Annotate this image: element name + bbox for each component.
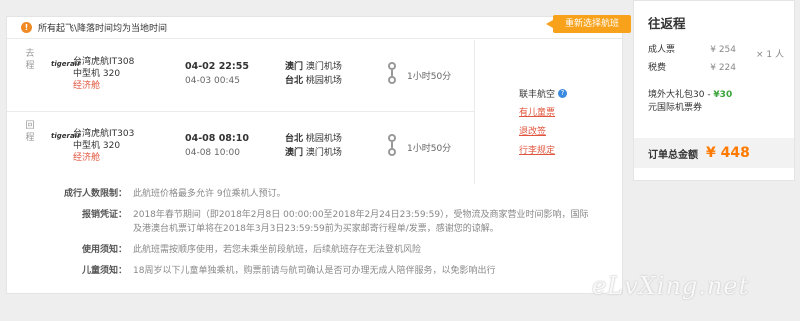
order-total: 订单总金额 ¥ 448 (634, 138, 794, 168)
rule-value: 此航班价格最多允许 9位乘机人预订。 (133, 189, 286, 199)
airline-info: 台湾虎航IT303 中型机 320 经济舱 (73, 128, 134, 164)
arrival-time: 04-08 10:00 (185, 148, 240, 158)
route-icon (387, 62, 397, 84)
rule-row: 儿童须知： 18周岁以下儿童单独乘机，购票前请与航司确认是否可办理无成人陪伴服务… (7, 264, 607, 278)
flight-airports: 澳门 澳门机场 台北 桃园机场 (285, 60, 342, 88)
notice-text: 所有起飞\降落时间均为当地时间 (38, 24, 168, 34)
rule-key: 成行人数限制： (63, 189, 127, 199)
price-summary: 往返程 成人票 ¥ 254 税费 ¥ 224 × 1 人 境外大礼包30 - ¥… (633, 0, 795, 181)
segment-outbound: 去程 tigerair 台湾虎航IT308 中型机 320 经济舱 04-02 … (7, 40, 475, 112)
departure-airport: 澳门机场 (305, 62, 342, 72)
rule-row: 使用须知： 此航班需按顺序使用，若您未乘坐前段航班，后续航班存在无法登机风险 (7, 243, 607, 257)
rule-value: 18周岁以下儿童单独乘机，购票前请与航司确认是否可办理无成人陪伴服务，以免影响出… (133, 266, 496, 276)
rule-value: 此航班需按顺序使用，若您未乘坐前段航班，后续航班存在无法登机风险 (133, 245, 422, 255)
refund-change-link[interactable]: 退改签 (519, 124, 567, 137)
order-detail-card: ! 所有起飞\降落时间均为当地时间 重新选择航班 去程 tigerair 台湾虎… (6, 15, 631, 294)
flight-segments: 去程 tigerair 台湾虎航IT308 中型机 320 经济舱 04-02 … (7, 40, 475, 184)
coupon-desc: 元国际机票券 (648, 103, 703, 113)
aircraft-type: 中型机 320 (73, 141, 121, 151)
arrival-city: 台北 (285, 76, 304, 86)
flight-side-links: 联丰航空 ? 有儿童票 退改签 行李规定 (519, 87, 568, 162)
coupon-name: 境外大礼包30 - (648, 90, 714, 100)
arrival-airport: 澳门机场 (305, 148, 342, 158)
adult-label: 成人票 (648, 45, 676, 55)
trip-type-title: 往返程 (648, 16, 686, 31)
departure-time: 04-02 22:55 (185, 61, 249, 72)
aircraft-type: 中型机 320 (73, 69, 121, 79)
warning-icon: ! (21, 22, 32, 33)
price-rows: 成人票 ¥ 254 税费 ¥ 224 × 1 人 (648, 41, 788, 77)
flight-duration: 1小时50分 (407, 144, 452, 154)
flight-times: 04-08 08:10 04-08 10:00 (185, 132, 249, 160)
coupon-amount: ¥30 (713, 90, 733, 100)
coupon-info: 境外大礼包30 - ¥30 元国际机票券 (648, 89, 732, 115)
flight-airports: 台北 桃园机场 澳门 澳门机场 (285, 132, 342, 160)
total-label: 订单总金额 (648, 149, 698, 161)
departure-city: 澳门 (285, 62, 304, 72)
info-icon[interactable]: ? (558, 89, 568, 98)
airline-info: 台湾虎航IT308 中型机 320 经济舱 (73, 56, 134, 92)
route-icon (387, 134, 397, 156)
adult-price: ¥ 254 (710, 45, 736, 55)
flight-number: 台湾虎航IT308 (73, 57, 135, 67)
timezone-notice: ! 所有起飞\降落时间均为当地时间 (7, 17, 622, 39)
rule-key: 儿童须知： (81, 266, 127, 276)
segment-return: 回程 tigerair 台湾虎航IT303 中型机 320 经济舱 04-08 … (7, 112, 475, 184)
booking-rules: 成行人数限制： 此航班价格最多允许 9位乘机人预订。 报销凭证： 2018年春节… (7, 187, 607, 285)
baggage-rules-link[interactable]: 行李规定 (519, 143, 567, 156)
cabin-class: 经济舱 (73, 153, 101, 163)
arrival-city: 澳门 (285, 148, 304, 158)
passenger-multiplier: × 1 人 (756, 50, 784, 60)
segment-label: 去程 (25, 49, 35, 71)
arrival-time: 04-03 00:45 (185, 76, 240, 86)
arrival-airport: 桃园机场 (305, 76, 342, 86)
tax-label: 税费 (648, 63, 667, 73)
departure-airport: 桃园机场 (305, 134, 342, 144)
flight-times: 04-02 22:55 04-03 00:45 (185, 60, 249, 88)
site-watermark: eLvXing.net (592, 272, 750, 300)
flight-duration: 1小时50分 (407, 72, 452, 82)
rebook-button[interactable]: 重新选择航班 (546, 15, 631, 33)
segment-label: 回程 (25, 121, 35, 143)
total-amount: ¥ 448 (706, 145, 750, 161)
departure-city: 台北 (285, 134, 304, 144)
rule-key: 报销凭证： (81, 210, 127, 220)
carrier-info[interactable]: 联丰航空 ? (519, 87, 568, 100)
flight-number: 台湾虎航IT303 (73, 129, 135, 139)
cabin-class: 经济舱 (73, 81, 101, 91)
tax-price-row: 税费 ¥ 224 (648, 59, 788, 77)
carrier-name: 联丰航空 (519, 90, 556, 100)
rule-row: 报销凭证： 2018年春节期间（即2018年2月8日 00:00:00至2018… (7, 208, 607, 236)
rule-row: 成行人数限制： 此航班价格最多允许 9位乘机人预订。 (7, 187, 607, 201)
departure-time: 04-08 08:10 (185, 133, 249, 144)
rule-value: 2018年春节期间（即2018年2月8日 00:00:00至2018年2月24日… (133, 210, 589, 234)
tax-price: ¥ 224 (710, 63, 736, 73)
child-ticket-link[interactable]: 有儿童票 (519, 105, 567, 118)
rule-key: 使用须知： (81, 245, 127, 255)
